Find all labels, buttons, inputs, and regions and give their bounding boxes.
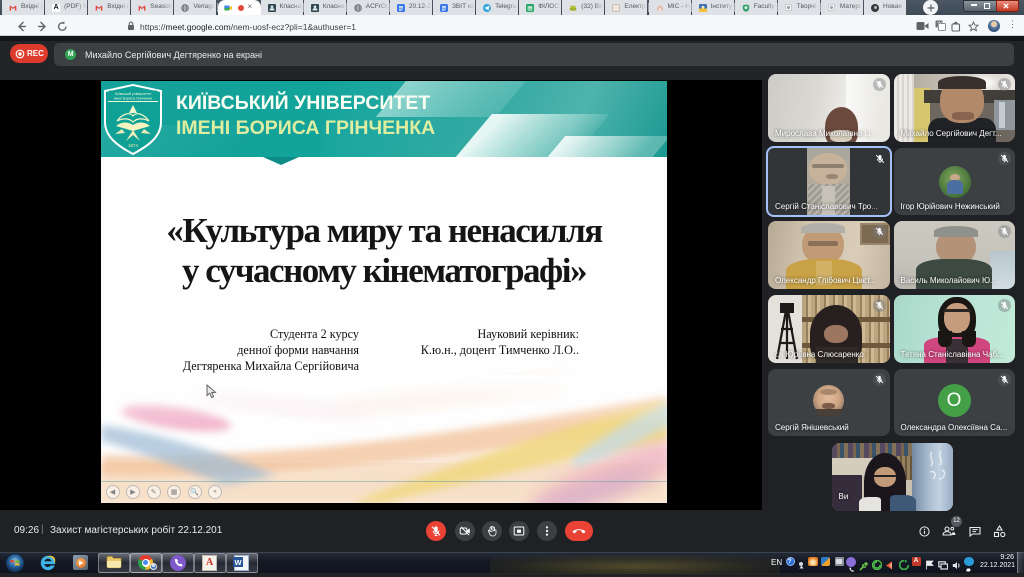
svg-text:Київський університет: Київський університет	[115, 92, 152, 96]
svg-text:1874: 1874	[128, 143, 139, 148]
svg-text:імені Бориса Грінченка: імені Бориса Грінченка	[114, 97, 152, 101]
svg-text:文: 文	[937, 20, 943, 28]
